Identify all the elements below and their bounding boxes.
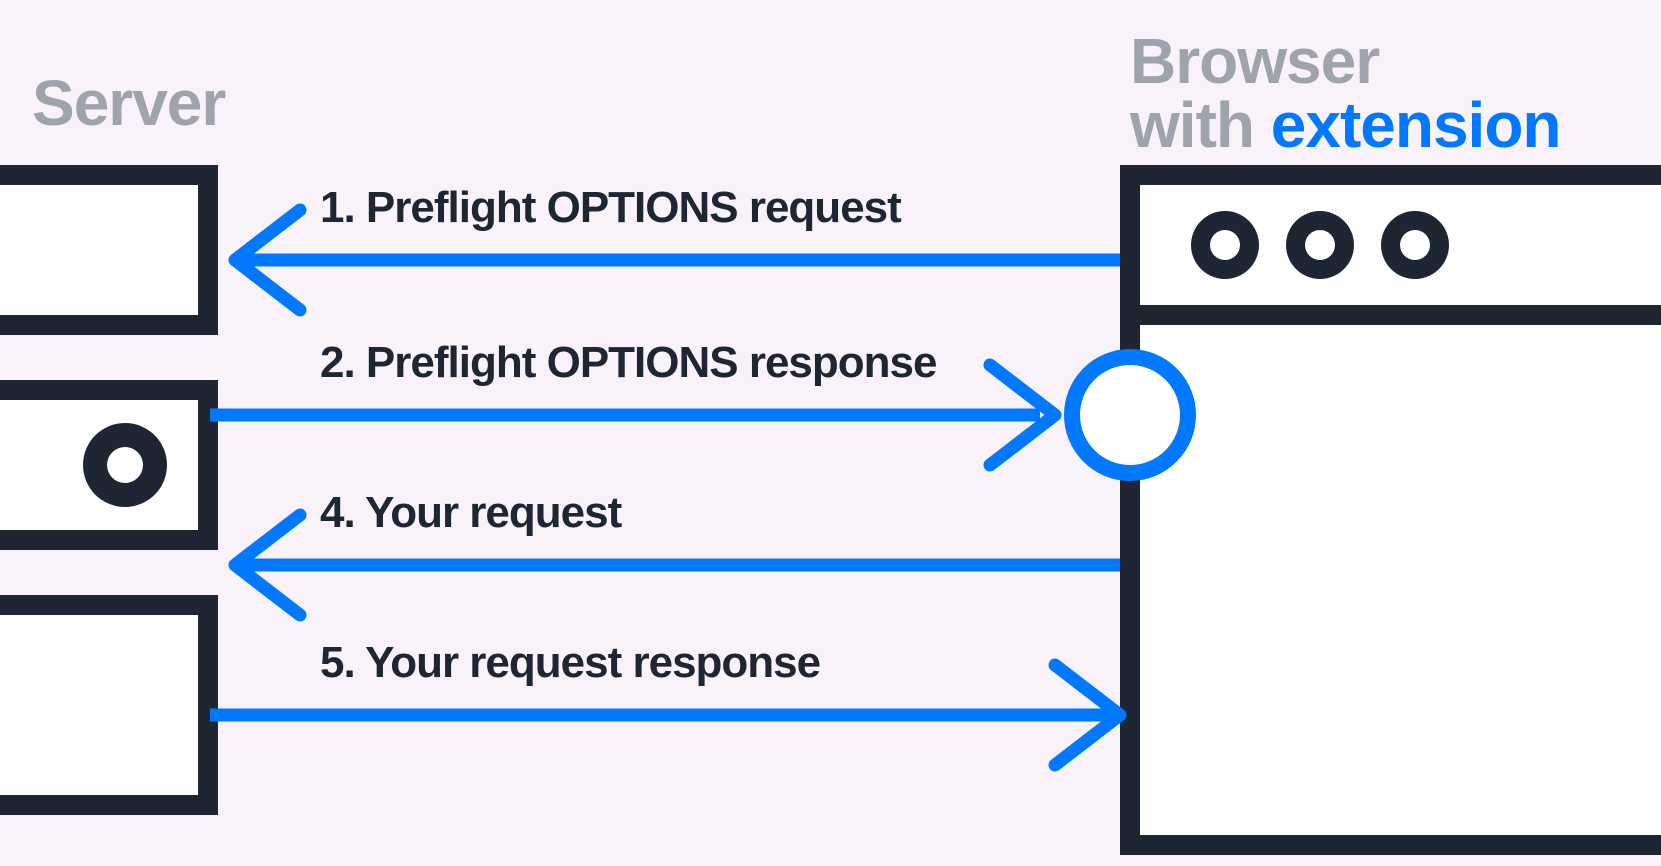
step-1-label: 1. Preflight OPTIONS request [320, 183, 901, 233]
diagram-svg [0, 0, 1661, 866]
browser-window [1130, 175, 1661, 845]
browser-dots [1191, 211, 1449, 279]
extension-ring [1072, 357, 1188, 473]
step-2-label: 2. Preflight OPTIONS response [320, 338, 936, 388]
step-4-label: 4. Your request [320, 488, 621, 538]
server-rack [0, 175, 208, 805]
step-5-label: 5. Your request response [320, 638, 820, 688]
